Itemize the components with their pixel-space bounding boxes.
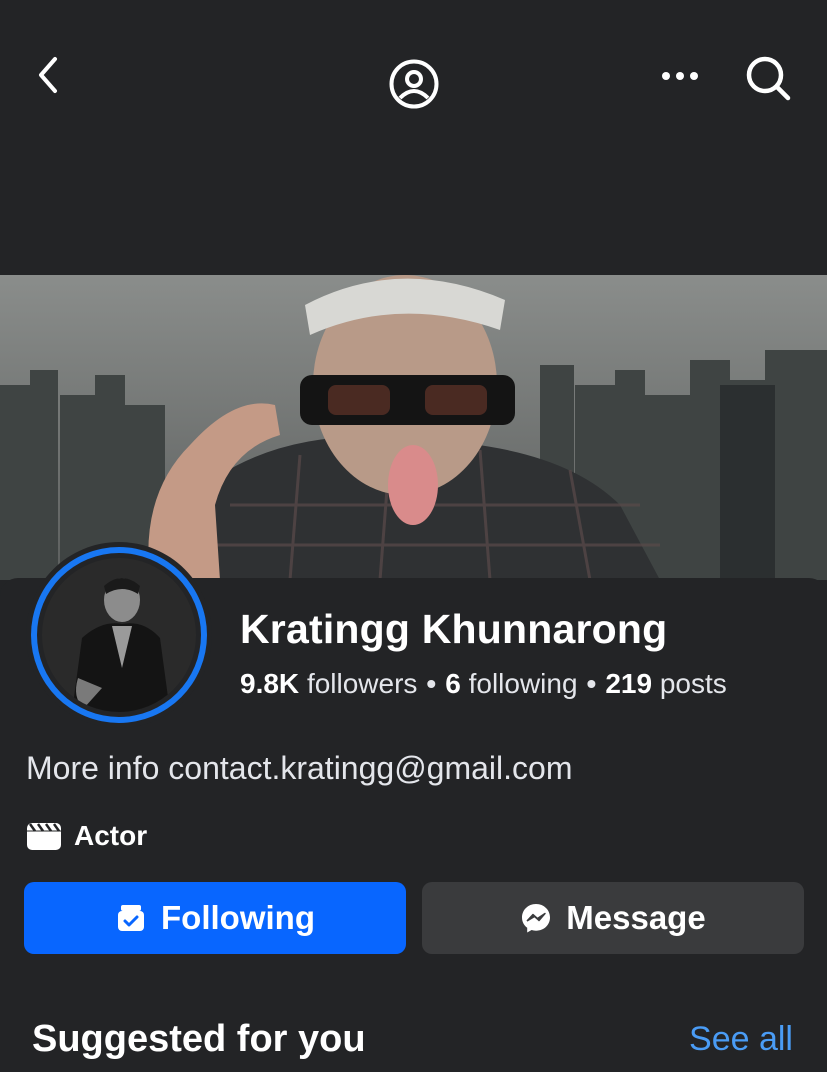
ellipsis-icon — [662, 72, 698, 80]
search-icon — [746, 56, 791, 101]
back-button[interactable] — [26, 50, 70, 100]
posts-count: 219 — [605, 668, 653, 699]
following-count: 6 — [445, 668, 461, 699]
profile-button[interactable] — [386, 56, 442, 112]
posts-label: posts — [659, 668, 727, 699]
followers-count: 9.8K — [240, 668, 300, 699]
chevron-left-icon — [39, 57, 57, 93]
clapperboard-icon — [27, 823, 61, 850]
stat-separator: • — [586, 668, 597, 699]
following-label: following — [468, 668, 578, 699]
profile-name: Kratingg Khunnarong — [240, 606, 668, 652]
message-button[interactable]: Message — [422, 882, 804, 954]
posts-stat: 219 posts — [605, 668, 726, 699]
avatar-photo — [42, 558, 196, 712]
more-options-button[interactable] — [654, 56, 706, 96]
profile-stats: 9.8K followers • 6 following • 219 posts — [240, 668, 727, 700]
profile-circle-icon — [389, 59, 439, 109]
stat-separator: • — [426, 668, 437, 699]
message-button-label: Message — [566, 899, 706, 936]
following-stat[interactable]: 6 following — [445, 668, 577, 699]
search-button[interactable] — [740, 50, 796, 106]
following-check-icon — [118, 905, 145, 931]
top-navigation-bar — [0, 0, 827, 275]
category-label: Actor — [74, 820, 148, 851]
following-button-label: Following — [161, 899, 315, 936]
cover-photo[interactable] — [0, 275, 827, 580]
messenger-icon — [522, 904, 551, 933]
profile-bio: More info contact.kratingg@gmail.com — [26, 750, 573, 786]
suggested-section-title: Suggested for you — [32, 1018, 366, 1060]
profile-category: Actor — [26, 820, 147, 852]
followers-stat[interactable]: 9.8K followers — [240, 668, 417, 699]
followers-label: followers — [306, 668, 418, 699]
following-button[interactable]: Following — [24, 882, 406, 954]
avatar[interactable] — [26, 542, 212, 728]
see-all-link[interactable]: See all — [689, 1020, 793, 1059]
